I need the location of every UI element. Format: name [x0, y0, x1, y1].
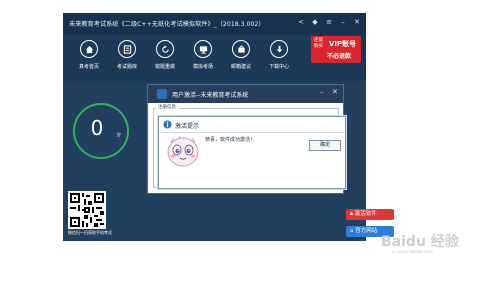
menu-icon[interactable]: ≡ — [324, 17, 334, 28]
message-title: 激活提示 — [175, 123, 200, 130]
score-value: 0 — [90, 116, 104, 140]
toolbar-mail-suggest-button[interactable]: 邮箱建议 — [223, 40, 259, 76]
ok-button[interactable]: 确定 — [309, 140, 341, 151]
website-label: 官方网站 — [355, 228, 378, 234]
info-icon — [163, 120, 172, 129]
vip-banner[interactable]: 还能购买 VIP账号 不必退款 — [311, 36, 361, 63]
activation-dialog-title: 用户激活--未来教育考试系统 — [172, 92, 249, 99]
download-icon — [270, 40, 288, 58]
toolbar-home-button[interactable]: 真考首页 — [71, 40, 107, 76]
toolbar-label: 邮箱建议 — [230, 64, 251, 70]
qr-caption: 微信扫一扫获取手机考试 — [68, 230, 112, 235]
activate-software-button[interactable]: 🔒︎ 激活软件 — [346, 209, 394, 220]
app-logo-icon — [157, 89, 167, 99]
title-bar: 未来教育考试系统《二级C++无纸化考试模拟软件》_（2018.3.002） < … — [63, 13, 366, 35]
toolbar: 真考首页 考试题库 错题重做 模拟考场 邮箱建议 下载中心 还能购买 VIP账号… — [63, 35, 366, 81]
minimize-icon[interactable]: – — [338, 17, 348, 28]
vip-line1: 还能购买 — [314, 38, 323, 49]
home-icon — [80, 40, 98, 58]
mail-icon — [232, 40, 250, 58]
vip-line3: 不必退款 — [327, 53, 352, 60]
close-icon[interactable]: ✕ — [332, 88, 338, 96]
close-icon[interactable]: ✕ — [352, 17, 362, 28]
toolbar-label: 下载中心 — [268, 64, 289, 70]
score-ring: 0 分 — [73, 103, 129, 159]
activation-message-box: 激活提示 恭喜，软件成功激活！ 确定 — [158, 116, 346, 189]
window-controls: < ◆ ≡ – ✕ — [296, 17, 362, 28]
toolbar-download-button[interactable]: 下载中心 — [261, 40, 297, 76]
vip-line2: VIP账号 — [329, 40, 357, 48]
mascot-face-icon — [167, 135, 199, 167]
message-titlebar: 激活提示 — [159, 117, 345, 133]
qr-code — [68, 191, 106, 229]
skin-icon[interactable]: ◆ — [310, 17, 320, 28]
window-title: 未来教育考试系统《二级C++无纸化考试模拟软件》_（2018.3.002） — [69, 21, 265, 28]
monitor-icon — [194, 40, 212, 58]
baidu-watermark-url: jingyan.baidu.com — [392, 250, 434, 255]
toolbar-question-bank-button[interactable]: 考试题库 — [109, 40, 145, 76]
toolbar-label: 错题重做 — [154, 64, 175, 70]
minimize-icon[interactable]: – — [320, 88, 324, 96]
toolbar-label: 真考首页 — [78, 64, 99, 70]
score-unit: 分 — [116, 133, 122, 138]
baidu-watermark: Baidu 经验 — [381, 234, 459, 250]
message-text: 恭喜，软件成功激活！ — [205, 137, 256, 143]
share-icon[interactable]: < — [296, 17, 306, 28]
toolbar-label: 模拟考场 — [192, 64, 213, 70]
activate-label: 激活软件 — [354, 211, 377, 217]
registration-section-title: 注册信息 — [156, 104, 178, 110]
book-icon — [118, 40, 136, 58]
redo-icon — [156, 40, 174, 58]
activation-dialog-titlebar: 用户激活--未来教育考试系统 – ✕ — [148, 85, 343, 103]
toolbar-mock-exam-button[interactable]: 模拟考场 — [185, 40, 221, 76]
toolbar-wrong-redo-button[interactable]: 错题重做 — [147, 40, 183, 76]
toolbar-label: 考试题库 — [116, 64, 137, 70]
